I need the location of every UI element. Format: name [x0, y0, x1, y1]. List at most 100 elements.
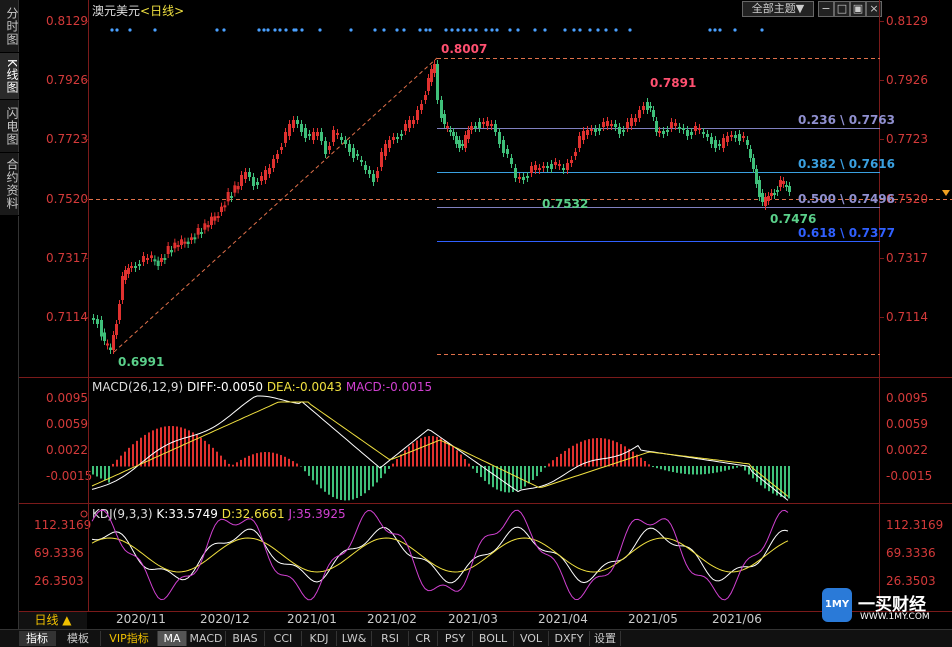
candle-body	[252, 177, 255, 186]
candle-body	[726, 136, 729, 142]
candle-body	[183, 241, 187, 244]
macd-bar	[580, 441, 582, 467]
macd-bar	[92, 466, 94, 475]
candle-body	[236, 186, 240, 190]
tab-cci[interactable]: CCI	[265, 631, 302, 646]
candle-body	[782, 181, 785, 184]
candle-body	[742, 136, 745, 138]
macd-bar	[660, 466, 662, 470]
tab-lw[interactable]: LW&	[337, 631, 372, 646]
tab-boll[interactable]: BOLL	[473, 631, 514, 646]
signal-dot	[373, 28, 377, 32]
macd-bar	[108, 466, 110, 483]
macd-bar	[244, 457, 246, 467]
candle-body	[206, 225, 210, 228]
candle-body	[356, 154, 359, 156]
macd-bar	[516, 466, 518, 491]
macd-bar	[96, 466, 98, 477]
candle-body	[308, 134, 311, 136]
macd-bar	[276, 453, 278, 467]
macd-bar	[552, 460, 554, 467]
date-label-7: 2021/06	[712, 612, 762, 626]
tab-vol[interactable]: VOL	[514, 631, 549, 646]
candle-body	[649, 106, 652, 108]
macd-bar	[188, 430, 190, 467]
candle-body	[226, 192, 230, 202]
tab-template[interactable]: 模板	[56, 631, 101, 646]
tab-settings[interactable]: 设置	[590, 631, 621, 646]
candle-body	[134, 266, 137, 268]
candle-body	[404, 124, 407, 131]
macd-bar	[736, 466, 738, 468]
macd-bar	[676, 466, 678, 473]
candle-body	[755, 169, 758, 184]
candle-body	[746, 140, 749, 145]
candle-body	[610, 124, 613, 126]
candle-body	[554, 162, 557, 165]
macd-bar	[228, 463, 230, 467]
macd-bar	[320, 466, 322, 489]
chart-canvas[interactable]	[0, 0, 952, 646]
tab-rsi[interactable]: RSI	[372, 631, 409, 646]
candle-body	[670, 122, 673, 128]
macd-bar	[432, 436, 434, 467]
macd-bar	[724, 466, 726, 471]
candle-body	[96, 319, 99, 324]
tab-cr[interactable]: CR	[409, 631, 438, 646]
macd-bar	[412, 443, 414, 467]
macd-bar	[116, 459, 118, 467]
tab-vip-indicator[interactable]: VIP指标	[101, 631, 158, 646]
candle-body	[734, 135, 737, 138]
candle-body	[602, 122, 605, 127]
candle-body	[292, 120, 295, 128]
tab-indicator[interactable]: 指标	[19, 631, 56, 646]
macd-bar	[392, 463, 394, 467]
macd-bar	[572, 445, 574, 467]
tab-ma[interactable]: MA	[158, 631, 187, 646]
kdj-settings-icon[interactable]	[80, 510, 88, 518]
signal-dot	[318, 28, 322, 32]
signal-dot	[533, 28, 537, 32]
candle-body	[618, 127, 621, 134]
candle-body	[494, 124, 497, 132]
candle-body	[566, 163, 569, 170]
macd-bar	[112, 463, 114, 467]
signal-dot	[284, 28, 288, 32]
signal-dot	[273, 28, 277, 32]
macd-bar	[452, 446, 454, 467]
macd-bar	[200, 437, 202, 467]
macd-bar	[744, 466, 746, 471]
candle-body	[558, 164, 561, 166]
candle-body	[316, 132, 319, 136]
macd-bar	[464, 458, 466, 467]
candle-body	[112, 335, 115, 350]
candle-body	[118, 304, 121, 320]
tab-kdj[interactable]: KDJ	[302, 631, 337, 646]
signal-dot	[215, 28, 219, 32]
macd-bar	[128, 447, 130, 467]
tab-bias[interactable]: BIAS	[226, 631, 265, 646]
candle-body	[630, 118, 633, 126]
period-selector-button[interactable]: 日线 ▲	[19, 612, 87, 629]
tab-macd[interactable]: MACD	[187, 631, 226, 646]
candle-body	[506, 149, 509, 154]
tab-dxfy[interactable]: DXFY	[549, 631, 590, 646]
tab-psy[interactable]: PSY	[438, 631, 473, 646]
candle-body	[714, 140, 717, 148]
candle-body	[280, 147, 283, 150]
candle-body	[662, 131, 665, 134]
macd-bar	[528, 466, 530, 484]
signal-dot	[115, 28, 119, 32]
candle-body	[300, 124, 303, 132]
candle-body	[103, 332, 106, 341]
candle-body	[490, 124, 493, 126]
candle-body	[722, 138, 725, 148]
candle-body	[455, 136, 458, 144]
candle-body	[510, 158, 513, 164]
candle-body	[530, 166, 533, 173]
candle-body	[203, 223, 207, 230]
candle-body	[570, 160, 573, 163]
candle-body	[150, 255, 153, 258]
macd-bar	[172, 426, 174, 467]
macd-bar	[524, 466, 526, 487]
